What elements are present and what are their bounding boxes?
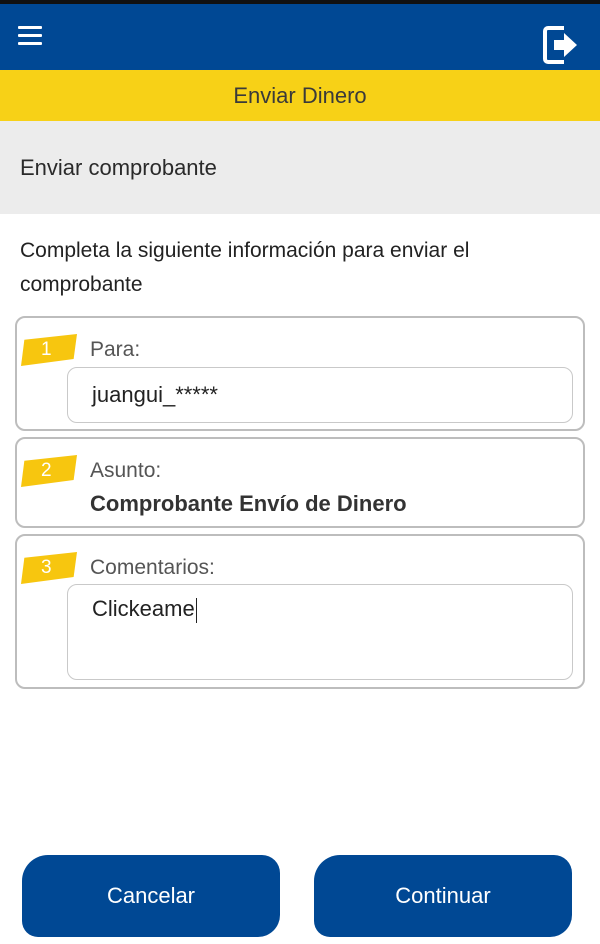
top-bar [0,0,600,70]
logout-icon[interactable] [542,22,582,68]
comentarios-card: 3 Comentarios: Clickeame [15,534,585,689]
hamburger-menu-icon[interactable] [18,26,42,46]
text-caret [195,597,198,623]
comentarios-textarea[interactable]: Clickeame [67,584,573,680]
asunto-card: 2 Asunto: Comprobante Envío de Dinero [15,437,585,528]
asunto-label: Asunto: [90,459,162,482]
asunto-value: Comprobante Envío de Dinero [90,491,407,516]
comentarios-value: Clickeame [92,596,195,621]
step-badge-1: 1 [21,334,77,366]
para-label: Para: [90,338,141,361]
section-title: Enviar comprobante [0,121,600,214]
para-input-value: juangui_***** [92,382,218,407]
instructions-text: Completa la siguiente información para e… [20,239,470,296]
step-badge-3: 3 [21,552,77,584]
cancel-button[interactable]: Cancelar [22,855,280,937]
para-card: 1 Para: juangui_***** [15,316,585,431]
continue-button[interactable]: Continuar [314,855,572,937]
comentarios-label: Comentarios: [90,556,215,579]
page-title: Enviar Dinero [0,70,600,121]
step-badge-2: 2 [21,455,77,487]
para-input[interactable]: juangui_***** [67,367,573,423]
